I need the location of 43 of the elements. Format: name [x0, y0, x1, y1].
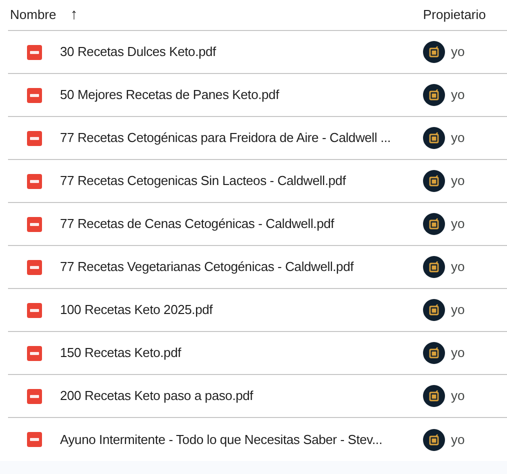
pdf-file-icon [27, 432, 42, 447]
avatar-icon [423, 41, 445, 63]
file-name[interactable]: 77 Recetas de Cenas Cetogénicas - Caldwell.pdf [60, 214, 334, 234]
owner-name: yo [451, 43, 465, 62]
owner-name: yo [451, 344, 465, 362]
file-name[interactable]: 50 Mejores Recetas de Panes Keto.pdf [60, 85, 279, 105]
owner-name: yo [451, 129, 465, 148]
file-name[interactable]: 200 Recetas Keto paso a paso.pdf [60, 386, 254, 406]
file-name[interactable]: 77 Recetas Cetogenicas Sin Lacteos - Caldwell.pdf [60, 171, 346, 191]
pdf-file-icon [27, 44, 42, 60]
avatar-icon [423, 428, 445, 450]
name-column-header[interactable]: Nombre [10, 5, 56, 25]
owner-name: yo [451, 172, 465, 190]
avatar-icon [423, 213, 445, 235]
pdf-file-icon [27, 130, 42, 146]
file-name[interactable]: 77 Recetas Cetogénicas para Freidora de Aire - Caldwell ... [60, 128, 391, 148]
file-name[interactable]: 150 Recetas Keto.pdf [60, 343, 182, 363]
owner-name: yo [451, 430, 465, 449]
pdf-file-icon [27, 174, 42, 188]
owner-column-header[interactable]: Propietario [423, 5, 486, 25]
owner-name: yo [451, 258, 465, 276]
avatar-icon [423, 256, 445, 278]
pdf-file-icon [27, 216, 42, 232]
avatar-icon [423, 127, 445, 149]
avatar-icon [423, 84, 445, 106]
avatar-icon [423, 385, 445, 407]
owner-name: yo [451, 86, 465, 104]
pdf-file-icon [27, 88, 42, 102]
owner-name: yo [451, 301, 465, 320]
owner-name: yo [451, 215, 465, 234]
file-name[interactable]: 100 Recetas Keto 2025.pdf [60, 300, 213, 320]
file-name[interactable]: 30 Recetas Dulces Keto.pdf [60, 42, 216, 62]
pdf-file-icon [27, 260, 42, 274]
pdf-file-icon [27, 388, 42, 404]
pdf-file-icon [27, 302, 42, 318]
avatar-icon [423, 342, 445, 364]
sort-arrow[interactable]: ↑ [70, 4, 78, 26]
avatar-icon [423, 299, 445, 321]
owner-name: yo [451, 387, 465, 406]
pdf-file-icon [27, 346, 42, 360]
file-name[interactable]: Ayuno Intermitente - Todo lo que Necesitas Saber - Stev... [60, 430, 382, 450]
file-name[interactable]: 77 Recetas Vegetarianas Cetogénicas - Caldwell.pdf [60, 257, 354, 277]
avatar-icon [423, 170, 445, 192]
